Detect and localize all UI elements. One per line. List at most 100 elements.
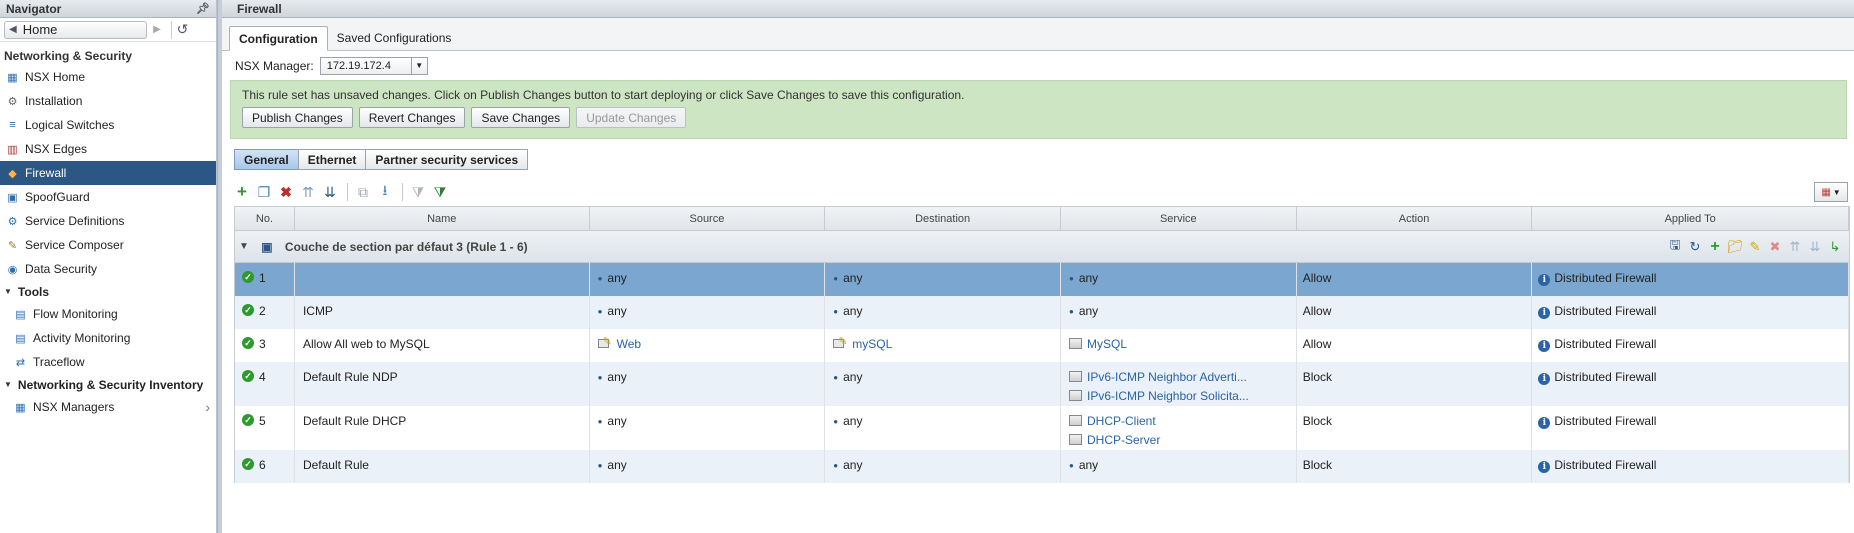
rule-name-cell[interactable]	[295, 263, 590, 296]
service-link[interactable]: DHCP-Server	[1087, 433, 1160, 447]
nav-item-logical-switches[interactable]: ≡ Logical Switches	[0, 113, 216, 137]
filter-icon[interactable]: ⧩	[430, 182, 450, 202]
service-link[interactable]: DHCP-Client	[1087, 414, 1156, 428]
nav-item-flow-monitoring[interactable]: ▤ Flow Monitoring	[0, 302, 216, 326]
rule-service-cell[interactable]: ● any	[1061, 296, 1297, 329]
add-rule-icon[interactable]: +	[232, 182, 252, 202]
tab-configuration[interactable]: Configuration	[229, 26, 328, 51]
rule-applied-to-cell[interactable]: i Distributed Firewall	[1532, 296, 1849, 329]
service-link[interactable]: IPv6-ICMP Neighbor Adverti...	[1087, 370, 1247, 384]
rule-service-cell[interactable]: IPv6-ICMP Neighbor Adverti... IPv6-ICMP N…	[1061, 362, 1297, 406]
enabled-check-icon[interactable]: ✓	[242, 414, 254, 426]
rule-action-cell[interactable]: Block	[1297, 450, 1533, 483]
nsx-manager-select[interactable]: 172.19.172.4 ▼	[319, 56, 428, 75]
forward-button[interactable]: ▶	[149, 21, 165, 39]
enabled-check-icon[interactable]: ✓	[242, 271, 254, 283]
save-changes-button[interactable]: Save Changes	[471, 107, 571, 128]
rule-applied-to-cell[interactable]: i Distributed Firewall	[1532, 406, 1849, 450]
rule-row[interactable]: ✓ 6 Default Rule ● any ● any ● any Block i Di…	[234, 450, 1850, 483]
rule-source-cell[interactable]: ● any	[590, 296, 826, 329]
rule-name-cell[interactable]: Default Rule	[295, 450, 590, 483]
save-section-icon[interactable]: 🖫︎	[1665, 237, 1685, 256]
refresh-icon[interactable]: ↻	[1685, 238, 1705, 256]
service-link[interactable]: MySQL	[1087, 337, 1127, 351]
subtab-general[interactable]: General	[234, 149, 299, 170]
rule-name-cell[interactable]: Default Rule NDP	[295, 362, 590, 406]
rule-row[interactable]: ✓ 5 Default Rule DHCP ● any ● any DHCP-Clie…	[234, 406, 1850, 450]
rule-applied-to-cell[interactable]: i Distributed Firewall	[1532, 362, 1849, 406]
nav-item-nsx-edges[interactable]: ▥ NSX Edges	[0, 137, 216, 161]
column-header-action[interactable]: Action	[1297, 207, 1533, 230]
move-up-icon[interactable]: ⇈	[1785, 238, 1805, 256]
rule-applied-to-cell[interactable]: i Distributed Firewall	[1532, 450, 1849, 483]
source-link[interactable]: Web	[617, 337, 641, 351]
publish-changes-button[interactable]: Publish Changes	[242, 107, 353, 128]
move-up-icon[interactable]: ⇈	[298, 182, 318, 202]
nav-item-activity-monitoring[interactable]: ▤ Activity Monitoring	[0, 326, 216, 350]
add-icon[interactable]: +	[1705, 238, 1725, 256]
rule-service-cell[interactable]: ● any	[1061, 263, 1297, 296]
column-settings-button[interactable]: ▦ ▼	[1814, 182, 1848, 202]
pin-icon[interactable]: 📌︎	[196, 2, 210, 15]
delete-rule-icon[interactable]: ✖	[276, 182, 296, 202]
rule-destination-cell[interactable]: ● any	[825, 406, 1061, 450]
column-header-applied-to[interactable]: Applied To	[1532, 207, 1849, 230]
rule-service-cell[interactable]: ● any	[1061, 450, 1297, 483]
rule-name-cell[interactable]: Allow All web to MySQL	[295, 329, 590, 362]
column-header-no[interactable]: No.	[235, 207, 295, 230]
service-link[interactable]: IPv6-ICMP Neighbor Solicita...	[1087, 389, 1249, 403]
rule-name-cell[interactable]: ICMP	[295, 296, 590, 329]
rule-action-cell[interactable]: Allow	[1297, 329, 1533, 362]
add-section-icon[interactable]: 📁︎	[1725, 238, 1745, 256]
enabled-check-icon[interactable]: ✓	[242, 337, 254, 349]
rule-applied-to-cell[interactable]: i Distributed Firewall	[1532, 329, 1849, 362]
nav-item-service-composer[interactable]: ✎ Service Composer	[0, 233, 216, 257]
move-down-icon[interactable]: ⇊	[1805, 238, 1825, 256]
column-header-source[interactable]: Source	[590, 207, 826, 230]
rule-destination-cell[interactable]: ● any	[825, 296, 1061, 329]
nav-item-spoofguard[interactable]: ▣ SpoofGuard	[0, 185, 216, 209]
chevron-right-icon[interactable]: ›	[205, 399, 210, 415]
update-changes-button[interactable]: Update Changes	[576, 107, 687, 128]
rule-source-cell[interactable]: ● any	[590, 362, 826, 406]
tab-saved-configurations[interactable]: Saved Configurations	[328, 25, 461, 50]
column-header-destination[interactable]: Destination	[825, 207, 1061, 230]
nav-item-service-definitions[interactable]: ⚙ Service Definitions	[0, 209, 216, 233]
rule-destination-cell[interactable]: ✎ mySQL	[825, 329, 1061, 362]
inventory-group[interactable]: ▼ Networking & Security Inventory	[0, 374, 216, 395]
nav-item-installation[interactable]: ⚙ Installation	[0, 89, 216, 113]
revert-changes-button[interactable]: Revert Changes	[358, 107, 466, 128]
rule-name-cell[interactable]: Default Rule DHCP	[295, 406, 590, 450]
rule-service-cell[interactable]: DHCP-Client DHCP-Server	[1061, 406, 1297, 450]
copy-rule-icon[interactable]: ❐	[254, 182, 274, 202]
destination-link[interactable]: mySQL	[852, 337, 892, 351]
subtab-partner-security-services[interactable]: Partner security services	[365, 149, 529, 170]
column-header-service[interactable]: Service	[1061, 207, 1297, 230]
rule-section-row[interactable]: ▼ ▣ Couche de section par défaut 3 (Rule…	[234, 231, 1850, 263]
edit-icon[interactable]: ✎	[1745, 238, 1765, 256]
rule-action-cell[interactable]: Block	[1297, 406, 1533, 450]
rule-row[interactable]: ✓ 2 ICMP ● any ● any ● any Allow i Distribute…	[234, 296, 1850, 329]
rule-source-cell[interactable]: ● any	[590, 406, 826, 450]
history-button[interactable]: ↺	[171, 20, 193, 39]
rule-source-cell[interactable]: ✎ Web	[590, 329, 826, 362]
rule-source-cell[interactable]: ● any	[590, 450, 826, 483]
home-back-button[interactable]: ◀ Home	[4, 20, 147, 39]
nav-item-nsx-managers[interactable]: ▦ NSX Managers ›	[0, 395, 216, 419]
rule-destination-cell[interactable]: ● any	[825, 450, 1061, 483]
delete-section-icon[interactable]: ✖	[1765, 238, 1785, 256]
rule-row[interactable]: ✓ 3 Allow All web to MySQL ✎ Web ✎ mySQL My…	[234, 329, 1850, 362]
nav-item-data-security[interactable]: ◉ Data Security	[0, 257, 216, 281]
export-icon[interactable]: ⭳	[375, 182, 395, 202]
rule-source-cell[interactable]: ● any	[590, 263, 826, 296]
rule-row[interactable]: ✓ 1 ● any ● any ● any Allow i Distributed Fir…	[234, 263, 1850, 296]
column-header-name[interactable]: Name	[295, 207, 590, 230]
tools-group[interactable]: ▼ Tools	[0, 281, 216, 302]
rule-row[interactable]: ✓ 4 Default Rule NDP ● any ● any IPv6-ICMP …	[234, 362, 1850, 406]
collapse-triangle-icon[interactable]: ▼	[239, 241, 249, 252]
rule-action-cell[interactable]: Allow	[1297, 296, 1533, 329]
subtab-ethernet[interactable]: Ethernet	[297, 149, 367, 170]
nav-item-firewall[interactable]: ◆ Firewall	[0, 161, 216, 185]
rule-destination-cell[interactable]: ● any	[825, 362, 1061, 406]
enabled-check-icon[interactable]: ✓	[242, 304, 254, 316]
